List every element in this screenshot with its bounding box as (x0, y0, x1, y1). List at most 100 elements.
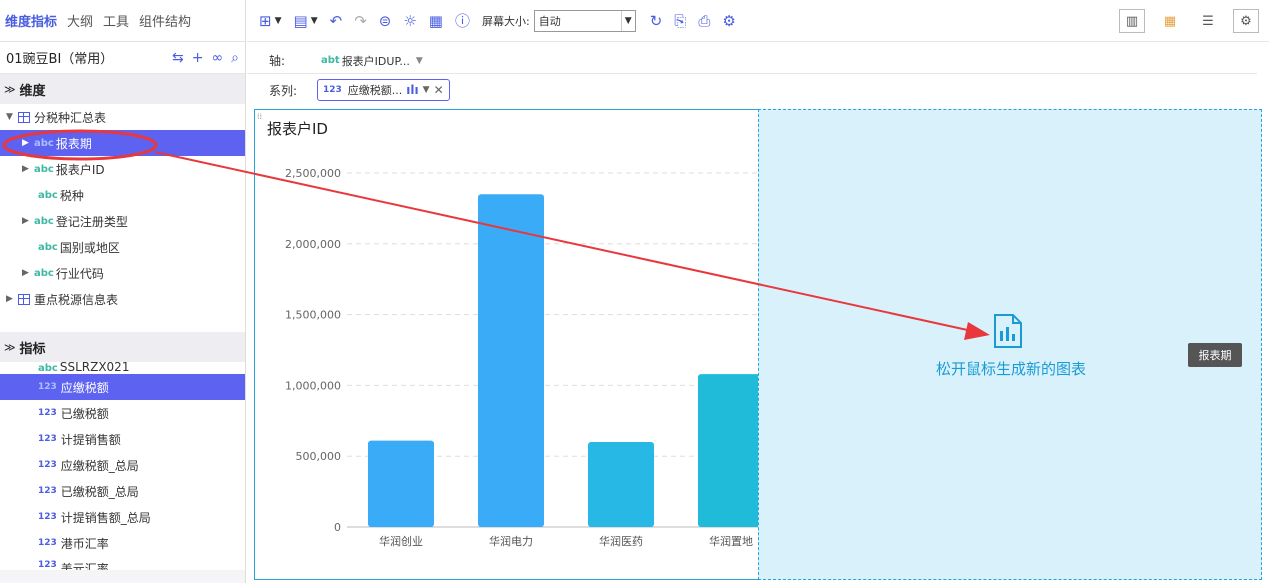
chevron-down-icon[interactable]: ▼ (423, 85, 430, 95)
x-tick-label: 华润创业 (379, 534, 423, 548)
tab-dimension-indicator[interactable]: 维度指标 (5, 11, 57, 30)
number-type-icon: 123 (38, 486, 57, 496)
switch-package-icon[interactable]: ⇆ (172, 50, 184, 66)
indicator-section-header[interactable]: ≫ 指标 (0, 332, 245, 362)
expand-arrow-icon[interactable]: ▶ (22, 268, 34, 278)
indicator-item[interactable]: 123 计提销售额_总局 (0, 504, 245, 530)
number-type-icon: 123 (38, 538, 57, 548)
preview-icon[interactable]: ⎙ (698, 12, 710, 30)
chevron-down-icon[interactable]: ▼ (416, 56, 423, 66)
table-icon (18, 111, 30, 123)
collapse-chevron-icon: ≫ (4, 82, 16, 96)
y-tick-label: 2,000,000 (285, 238, 341, 251)
y-tick-label: 1,000,000 (285, 379, 341, 392)
chevron-down-icon[interactable]: ▼ (620, 10, 635, 31)
save-icon[interactable]: ▤ ▼ (294, 12, 318, 30)
tab-outline[interactable]: 大纲 (67, 11, 93, 30)
package-name[interactable]: 01豌豆BI（常用） (6, 48, 172, 67)
indicator-item[interactable]: abc SSLRZX021 (0, 362, 245, 374)
table-icon (18, 293, 30, 305)
indicator-item-selected[interactable]: 123 应缴税额 (0, 374, 245, 400)
axis-row: 轴: abt 报表户IDUP... ▼ (247, 48, 1257, 74)
info-icon[interactable]: ⓘ (455, 10, 470, 31)
chevron-down-icon[interactable]: ▼ (275, 16, 282, 26)
add-component-icon[interactable]: ⊞ ▼ (259, 12, 282, 30)
tree-field[interactable]: ▶ abc 登记注册类型 (0, 208, 245, 234)
template-icon[interactable]: ▦ (429, 12, 443, 30)
bar[interactable] (588, 442, 654, 527)
bar[interactable] (478, 194, 544, 527)
number-type-icon: 123 (38, 408, 57, 418)
tab-component-structure[interactable]: 组件结构 (139, 11, 191, 30)
y-tick-label: 0 (334, 521, 341, 534)
expand-arrow-icon[interactable]: ▶ (22, 164, 34, 174)
package-row: 01豌豆BI（常用） ⇆ + ∞ ⌕ (0, 42, 245, 74)
series-label: 系列: (269, 83, 298, 98)
close-icon[interactable]: ✕ (434, 83, 444, 97)
tab-tools[interactable]: 工具 (103, 11, 129, 30)
undo-icon[interactable]: ↶ (330, 12, 343, 30)
series-field-chip[interactable]: 123 应缴税额... ılı ▼ ✕ (317, 79, 450, 101)
expand-arrow-icon[interactable]: ▶ (22, 216, 34, 226)
bar[interactable] (698, 374, 764, 527)
indicator-list: abc SSLRZX021 123 应缴税额 123 已缴税额 123 计提销售额 … (0, 362, 245, 570)
left-panel: 维度指标 大纲 工具 组件结构 01豌豆BI（常用） ⇆ + ∞ ⌕ ≫ 维度 … (0, 0, 246, 583)
hide-field-icon[interactable]: ☰ (1195, 9, 1221, 33)
expand-arrow-icon[interactable]: ▶ (22, 138, 34, 148)
tree-field-selected[interactable]: ▶ abc 报表期 (0, 130, 245, 156)
dimension-section-header[interactable]: ≫ 维度 (0, 74, 245, 104)
indicator-item[interactable]: 123 已缴税额 (0, 400, 245, 426)
indicator-item[interactable]: 123 计提销售额 (0, 426, 245, 452)
chevron-down-icon[interactable]: ▼ (311, 16, 318, 26)
tree-field[interactable]: ▶ abc 行业代码 (0, 260, 245, 286)
x-tick-label: 华润医药 (599, 534, 643, 548)
tree-field[interactable]: abc 国别或地区 (0, 234, 245, 260)
drop-zone[interactable]: 松开鼠标生成新的图表 (758, 109, 1262, 580)
add-icon[interactable]: + (192, 50, 204, 66)
tree-table[interactable]: ▶ 重点税源信息表 (0, 286, 245, 312)
export-icon[interactable]: ⎘ (674, 12, 686, 30)
settings-doc-icon[interactable]: ⚙ (722, 12, 735, 30)
indicator-item[interactable]: 123 港币汇率 (0, 530, 245, 556)
text-type-icon: abc (34, 163, 54, 175)
gear-icon[interactable]: ⚙ (1233, 9, 1259, 33)
redo-icon[interactable]: ↷ (354, 12, 367, 30)
lightbulb-icon[interactable]: ☼ (403, 12, 416, 30)
top-toolbar: ⊞ ▼ ▤ ▼ ↶ ↷ ⊜ ☼ ▦ ⓘ 屏幕大小: 自动 ▼ ↻ ⎘ ⎙ ⚙ ▥ ▦… (247, 0, 1269, 42)
indicator-item[interactable]: 123 美元汇率 (0, 556, 245, 570)
number-type-icon: 123 (323, 85, 342, 95)
number-type-icon: 123 (38, 560, 57, 570)
chart-type-icon[interactable]: ▥ (1119, 9, 1145, 33)
number-type-icon: 123 (38, 382, 57, 392)
y-tick-label: 500,000 (296, 450, 342, 463)
axis-field[interactable]: abt 报表户IDUP... ▼ (321, 53, 423, 69)
tree-table[interactable]: ▼ 分税种汇总表 (0, 104, 245, 130)
text-type-icon: abc (38, 363, 58, 374)
indicator-item[interactable]: 123 应缴税额_总局 (0, 452, 245, 478)
series-row: 系列: 123 应缴税额... ılı ▼ ✕ (247, 78, 1257, 102)
expand-arrow-icon[interactable]: ▶ (6, 294, 18, 304)
linkage-icon[interactable]: ⊜ (379, 12, 392, 30)
bar-chart-icon[interactable]: ılı (406, 83, 418, 97)
tree-field[interactable]: ▶ abc 报表户ID (0, 156, 245, 182)
y-tick-label: 1,500,000 (285, 309, 341, 322)
text-type-icon: abc (34, 215, 54, 227)
x-tick-label: 华润电力 (489, 534, 533, 548)
refresh-icon[interactable]: ↻ (650, 12, 663, 30)
search-icon[interactable]: ⌕ (231, 50, 239, 66)
expand-arrow-icon[interactable]: ▼ (6, 112, 18, 122)
screen-size-select[interactable]: 自动 ▼ (533, 9, 636, 32)
number-type-icon: 123 (38, 460, 57, 470)
new-chart-icon (994, 314, 1022, 348)
bar[interactable] (368, 440, 434, 527)
link-icon[interactable]: ∞ (211, 50, 223, 66)
tree-field[interactable]: abc 税种 (0, 182, 245, 208)
grid-layout-icon[interactable]: ▦ (1157, 9, 1183, 33)
text-type-icon: abt (321, 55, 340, 66)
left-tabs: 维度指标 大纲 工具 组件结构 (0, 0, 245, 42)
drag-tooltip: 报表期 (1188, 343, 1242, 367)
x-tick-label: 华润置地 (709, 534, 753, 548)
indicator-item[interactable]: 123 已缴税额_总局 (0, 478, 245, 504)
number-type-icon: 123 (38, 434, 57, 444)
text-type-icon: abc (34, 137, 54, 149)
